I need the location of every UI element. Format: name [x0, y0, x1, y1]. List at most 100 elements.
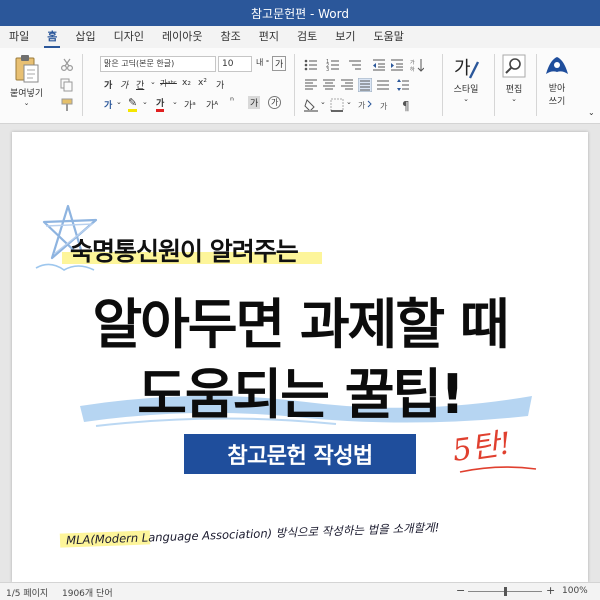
svg-text:하: 하	[410, 66, 415, 72]
paste-dropdown-icon[interactable]: ⌄	[24, 99, 30, 107]
bullets-icon[interactable]	[304, 58, 318, 72]
zoom-out-icon[interactable]: −	[456, 584, 465, 597]
align-left-icon[interactable]	[304, 78, 318, 92]
dictate-icon	[546, 57, 568, 74]
align-center-icon[interactable]	[322, 78, 336, 92]
phonetic-guide-icon[interactable]: ⁿ	[230, 96, 234, 107]
grow-font-icon[interactable]: 내 ᐤ	[256, 57, 269, 68]
editing-label: 편집	[505, 85, 523, 95]
ribbon-separator	[494, 54, 495, 116]
font-color-icon[interactable]: 가	[156, 96, 165, 112]
zoom-slider-thumb[interactable]	[504, 587, 507, 596]
topic-badge-text: 참고문헌 작성법	[227, 444, 373, 469]
multilevel-list-icon[interactable]	[348, 58, 362, 72]
distributed-icon[interactable]	[376, 78, 390, 92]
line-spacing-icon[interactable]	[396, 78, 410, 92]
paste-button[interactable]: 붙여넣기 ⌄	[10, 54, 43, 107]
italic-icon[interactable]: 가	[120, 78, 128, 91]
title-bar: 참고문헌편 - Word	[0, 0, 600, 26]
bold-icon[interactable]: 가	[104, 78, 112, 91]
tab-view[interactable]: 보기	[326, 26, 364, 48]
copy-icon[interactable]	[60, 78, 74, 92]
svg-text:3: 3	[326, 67, 329, 72]
dropdown-icon[interactable]: ⌄	[346, 98, 352, 106]
strikethrough-icon[interactable]: 가ᵃᵇᶜ	[160, 78, 177, 89]
paragraph-mark-icon[interactable]: ¶	[400, 98, 414, 112]
enclose-characters-icon[interactable]: 가	[268, 96, 282, 109]
svg-text:¶: ¶	[402, 99, 410, 112]
justify-icon[interactable]	[358, 78, 372, 92]
window-title: 참고문헌편 - Word	[250, 6, 349, 21]
dropdown-icon[interactable]: ⌄	[116, 98, 122, 106]
document-page[interactable]: 숙명통신원이 알려주는 알아두면 과제할 때 도움되는 꿀팁! 참고문헌 작성법…	[12, 132, 588, 582]
numbering-icon[interactable]: 1 2 3	[326, 58, 340, 72]
ribbon-separator	[294, 54, 295, 116]
superscript-icon[interactable]: x²	[198, 78, 207, 88]
ribbon-separator	[442, 54, 443, 116]
ribbon-separator	[536, 54, 537, 116]
clear-formatting-icon[interactable]: 가	[216, 78, 224, 91]
zoom-in-icon[interactable]: +	[546, 584, 555, 597]
zoom-level[interactable]: 100%	[562, 586, 588, 596]
shading-icon[interactable]	[304, 98, 318, 112]
tab-mailings[interactable]: 편지	[250, 26, 288, 48]
styles-button[interactable]: 가 스타일 ⌄	[452, 54, 480, 103]
dictate-button[interactable]: 받아 쓰기	[544, 54, 570, 107]
character-shading-icon[interactable]: 가	[248, 96, 261, 109]
cut-icon[interactable]	[60, 58, 74, 72]
dropdown-icon[interactable]: ⌄	[142, 98, 148, 106]
tab-help[interactable]: 도움말	[364, 26, 412, 48]
headline-line-1: 알아두면 과제할 때	[92, 293, 509, 356]
styles-icon: 가	[454, 58, 480, 79]
tab-design[interactable]: 디자인	[105, 26, 153, 48]
page-count[interactable]: 1/5 페이지	[6, 586, 48, 599]
document-area: 숙명통신원이 알려주는 알아두면 과제할 때 도움되는 꿀팁! 참고문헌 작성법…	[0, 124, 600, 582]
subheadline: 숙명통신원이 알려주는	[70, 237, 299, 266]
change-case-icon[interactable]: 가	[272, 56, 287, 71]
editing-dropdown-icon[interactable]: ⌄	[511, 95, 517, 103]
episode-underline	[459, 466, 537, 473]
styles-dropdown-icon[interactable]: ⌄	[463, 95, 469, 103]
svg-text:가: 가	[410, 59, 415, 66]
subscript-icon[interactable]: x₂	[182, 78, 191, 88]
topic-badge: 참고문헌 작성법	[184, 434, 416, 474]
dropdown-icon[interactable]: ⌄	[172, 98, 178, 106]
asian-layout-icon[interactable]: 가	[380, 98, 394, 112]
increase-indent-icon[interactable]	[390, 58, 404, 72]
episode-label: 5탄!	[450, 426, 514, 469]
borders-icon[interactable]	[330, 98, 344, 112]
dictate-label-2: 쓰기	[548, 97, 566, 107]
dropdown-icon[interactable]: ⌄	[150, 78, 156, 86]
tab-file[interactable]: 파일	[0, 26, 38, 48]
tab-layout[interactable]: 레이아웃	[153, 26, 211, 48]
svg-text:가: 가	[380, 102, 388, 111]
align-right-icon[interactable]	[340, 78, 354, 92]
font-name-box[interactable]: 맑은 고딕(본문 한글)	[100, 56, 216, 72]
status-bar: 1/5 페이지 1906개 단어 − + 100%	[0, 582, 600, 600]
tab-home[interactable]: 홈	[38, 26, 66, 48]
styles-label: 스타일	[453, 85, 479, 95]
grow-font-icon[interactable]: 가ᴬ	[206, 98, 218, 111]
decrease-indent-icon[interactable]	[372, 58, 386, 72]
font-size-box[interactable]: 10	[218, 56, 252, 72]
underline-icon[interactable]: 간	[136, 78, 144, 91]
highlight-icon[interactable]: ✎	[128, 96, 138, 112]
sort-icon[interactable]: 가하	[410, 58, 424, 72]
dictate-label: 받아	[548, 84, 566, 94]
ribbon-collapse-icon[interactable]: ⌄	[588, 108, 595, 117]
footer-caption: MLA(Modern Language Association) 방식으로 작성…	[65, 520, 440, 548]
shrink-font-icon[interactable]: 가ᵃ	[184, 98, 196, 111]
editing-button[interactable]: 편집 ⌄	[502, 54, 526, 103]
tab-insert[interactable]: 삽입	[66, 26, 104, 48]
word-count[interactable]: 1906개 단어	[62, 586, 113, 599]
format-painter-icon[interactable]	[60, 98, 74, 112]
tab-review[interactable]: 검토	[288, 26, 326, 48]
paste-label: 붙여넣기	[10, 89, 44, 99]
clipboard-icon	[15, 55, 39, 83]
dropdown-icon[interactable]: ⌄	[320, 98, 326, 106]
tab-references[interactable]: 참조	[211, 26, 249, 48]
text-direction-icon[interactable]: 가	[358, 98, 372, 112]
text-effects-icon[interactable]: 가	[104, 98, 112, 111]
svg-text:가: 가	[454, 58, 471, 79]
ribbon-tabs: 파일 홈 삽입 디자인 레이아웃 참조 편지 검토 보기 도움말	[0, 26, 600, 48]
